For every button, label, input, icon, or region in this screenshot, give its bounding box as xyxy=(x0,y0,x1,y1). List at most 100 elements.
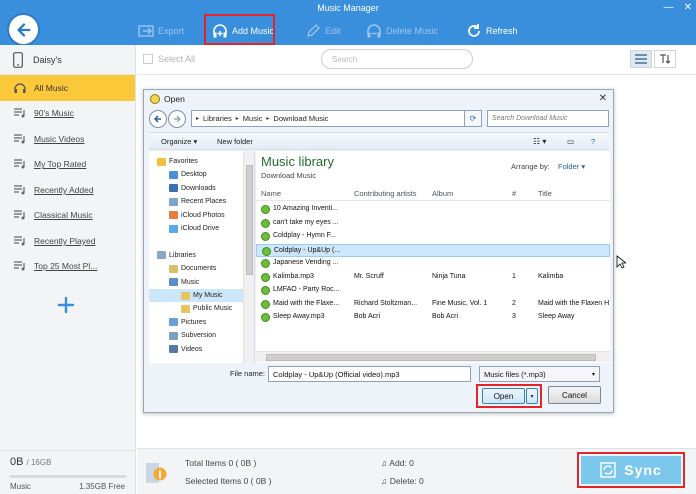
folder-icon xyxy=(169,264,178,273)
breadcrumb-music[interactable]: Music xyxy=(243,114,263,123)
file-list-scrollbar[interactable] xyxy=(256,351,610,362)
nav-tree-downloads[interactable]: Downloads xyxy=(149,182,243,195)
playlist-icon xyxy=(14,108,25,118)
file-row[interactable]: Sleep Away.mp3 Bob Acri Bob Acri 3 Sleep Awa… xyxy=(256,311,610,324)
folder-icon xyxy=(169,224,178,233)
sidebar-item-classical-music[interactable]: Classical Music xyxy=(0,203,135,229)
sidebar-item-all-music[interactable]: All Music xyxy=(0,75,135,101)
file-type-select[interactable]: Music files (*.mp3) ▾ xyxy=(479,366,600,382)
file-row[interactable]: Maid with the Flaxe... Richard Stoltzman.… xyxy=(256,298,610,311)
col-album[interactable]: Album xyxy=(432,189,453,198)
nav-tree-libraries[interactable]: Libraries xyxy=(149,249,243,262)
new-folder-button[interactable]: New folder xyxy=(217,137,253,146)
breadcrumb-download-music[interactable]: Download Music xyxy=(273,114,328,123)
view-options-icon[interactable]: ☷ ▾ xyxy=(533,137,546,146)
address-refresh-icon[interactable]: ⟳ xyxy=(464,110,482,127)
col-number[interactable]: # xyxy=(512,189,516,198)
file-row[interactable]: can't take my eyes ... xyxy=(256,217,610,230)
nav-tree-desktop[interactable]: Desktop xyxy=(149,168,243,181)
export-icon xyxy=(138,25,154,37)
dialog-search-input[interactable]: Search Download Music xyxy=(487,110,609,127)
sort-view-button[interactable] xyxy=(654,50,676,68)
nav-tree-subversion[interactable]: Subversion xyxy=(149,329,243,342)
help-icon[interactable]: ? xyxy=(591,137,595,146)
sidebar-item-music-videos[interactable]: Music Videos xyxy=(0,126,135,152)
close-icon[interactable]: ✕ xyxy=(684,2,692,13)
open-dropdown-button[interactable]: ▾ xyxy=(526,388,538,404)
file-name-input[interactable]: Coldplay - Up&Up (Official video).mp3 xyxy=(268,366,471,382)
sidebar-item-90-s-music[interactable]: 90's Music xyxy=(0,101,135,127)
file-name: LMFAO - Party Roc... xyxy=(273,286,340,293)
col-artists[interactable]: Contributing artists xyxy=(354,189,417,198)
arrange-by-dropdown[interactable]: Folder ▾ xyxy=(558,162,585,171)
nav-tree-recent-places[interactable]: Recent Places xyxy=(149,195,243,208)
dialog-forward-button[interactable] xyxy=(168,110,186,128)
file-row[interactable]: 10 Amazing Inventi... xyxy=(256,203,610,216)
sync-button[interactable]: Sync xyxy=(581,456,681,484)
preview-pane-icon[interactable]: ▭ xyxy=(567,137,574,146)
file-name: can't take my eyes ... xyxy=(273,218,339,226)
nav-tree-videos[interactable]: Videos xyxy=(149,343,243,356)
nav-tree-favorites[interactable]: Favorites xyxy=(149,155,243,168)
sidebar-item-label: Recently Added xyxy=(34,184,94,195)
sidebar-item-label: Top 25 Most Pl... xyxy=(34,261,98,272)
nav-tree-label: iCloud Drive xyxy=(181,225,220,232)
nav-tree-music[interactable]: Music xyxy=(149,276,243,289)
edit-label: Edit xyxy=(325,26,341,36)
sidebar-item-recently-played[interactable]: Recently Played xyxy=(0,228,135,254)
open-button[interactable]: Open xyxy=(482,388,525,404)
sidebar-item-my-top-rated[interactable]: My Top Rated xyxy=(0,152,135,178)
file-name: Coldplay - Hymn F... xyxy=(273,232,337,239)
cancel-button[interactable]: Cancel xyxy=(548,386,601,404)
address-bar[interactable]: ▸ Libraries ▸ Music ▸ Download Music xyxy=(191,110,481,127)
col-title[interactable]: Title xyxy=(538,189,552,198)
file-title: Maid with the Flaxen H xyxy=(538,299,610,307)
sidebar-item-label: Recently Played xyxy=(34,235,96,246)
file-row[interactable]: Coldplay - Hymn F... xyxy=(256,230,610,243)
file-row[interactable]: Japanese Vending ... xyxy=(256,257,610,270)
list-view-button[interactable] xyxy=(630,50,652,68)
back-button[interactable] xyxy=(7,13,40,46)
nav-tree-pictures[interactable]: Pictures xyxy=(149,316,243,329)
nav-tree-icloud-drive[interactable]: iCloud Drive xyxy=(149,222,243,235)
edit-button[interactable]: Edit xyxy=(305,18,341,44)
total-items: Total Items 0 ( 0B ) xyxy=(185,458,257,468)
device-selector[interactable]: Daisy's xyxy=(0,45,135,75)
nav-tree-label: Favorites xyxy=(169,158,198,165)
col-name[interactable]: Name xyxy=(261,189,281,198)
nav-tree-documents[interactable]: Documents xyxy=(149,262,243,275)
sidebar-item-top-25-most-pl[interactable]: Top 25 Most Pl... xyxy=(0,254,135,280)
delete-count: ♫ Delete: 0 xyxy=(381,476,424,486)
minimize-icon[interactable]: — xyxy=(664,2,674,13)
sidebar-item-label: Music Videos xyxy=(34,133,85,144)
folder-icon xyxy=(169,197,178,206)
nav-tree-my-music[interactable]: My Music xyxy=(149,289,243,302)
file-name: Kalimba.mp3 xyxy=(273,272,314,280)
select-all-checkbox[interactable] xyxy=(143,54,153,64)
delete-music-button[interactable]: Delete Music xyxy=(366,18,438,44)
nav-scrollbar[interactable] xyxy=(243,151,254,363)
export-button[interactable]: Export xyxy=(138,18,184,44)
file-name-label: File name: xyxy=(230,369,266,378)
search-input[interactable]: Search xyxy=(321,49,473,69)
dialog-close-icon[interactable]: ✕ xyxy=(599,93,607,104)
dialog-title: Open xyxy=(164,94,185,104)
add-playlist-button[interactable] xyxy=(52,291,80,319)
top-toolbar: Music Manager — ✕ Export Add Music Edit … xyxy=(0,0,696,46)
nav-tree-public-music[interactable]: Public Music xyxy=(149,302,243,315)
nav-tree-icloud-photos[interactable]: iCloud Photos xyxy=(149,209,243,222)
file-row[interactable]: LMFAO - Party Roc... xyxy=(256,284,610,297)
nav-tree-label: Recent Places xyxy=(181,198,227,206)
file-row[interactable]: Coldplay - Up&Up (... xyxy=(256,243,610,257)
file-name: Sleep Away.mp3 xyxy=(273,313,325,320)
select-all[interactable]: Select All xyxy=(143,54,195,64)
file-row[interactable]: Kalimba.mp3 Mr. Scruff Ninja Tuna 1 Kalimba xyxy=(256,271,610,284)
dialog-back-button[interactable] xyxy=(149,110,167,128)
refresh-button[interactable]: Refresh xyxy=(466,18,518,44)
organize-menu[interactable]: Organize ▾ xyxy=(161,137,197,146)
nav-tree-label: Documents xyxy=(181,265,217,273)
sidebar-item-recently-added[interactable]: Recently Added xyxy=(0,177,135,203)
file-track-number: 1 xyxy=(512,272,516,280)
breadcrumb-libraries[interactable]: Libraries xyxy=(203,114,232,123)
nav-tree-spacer xyxy=(149,235,243,248)
